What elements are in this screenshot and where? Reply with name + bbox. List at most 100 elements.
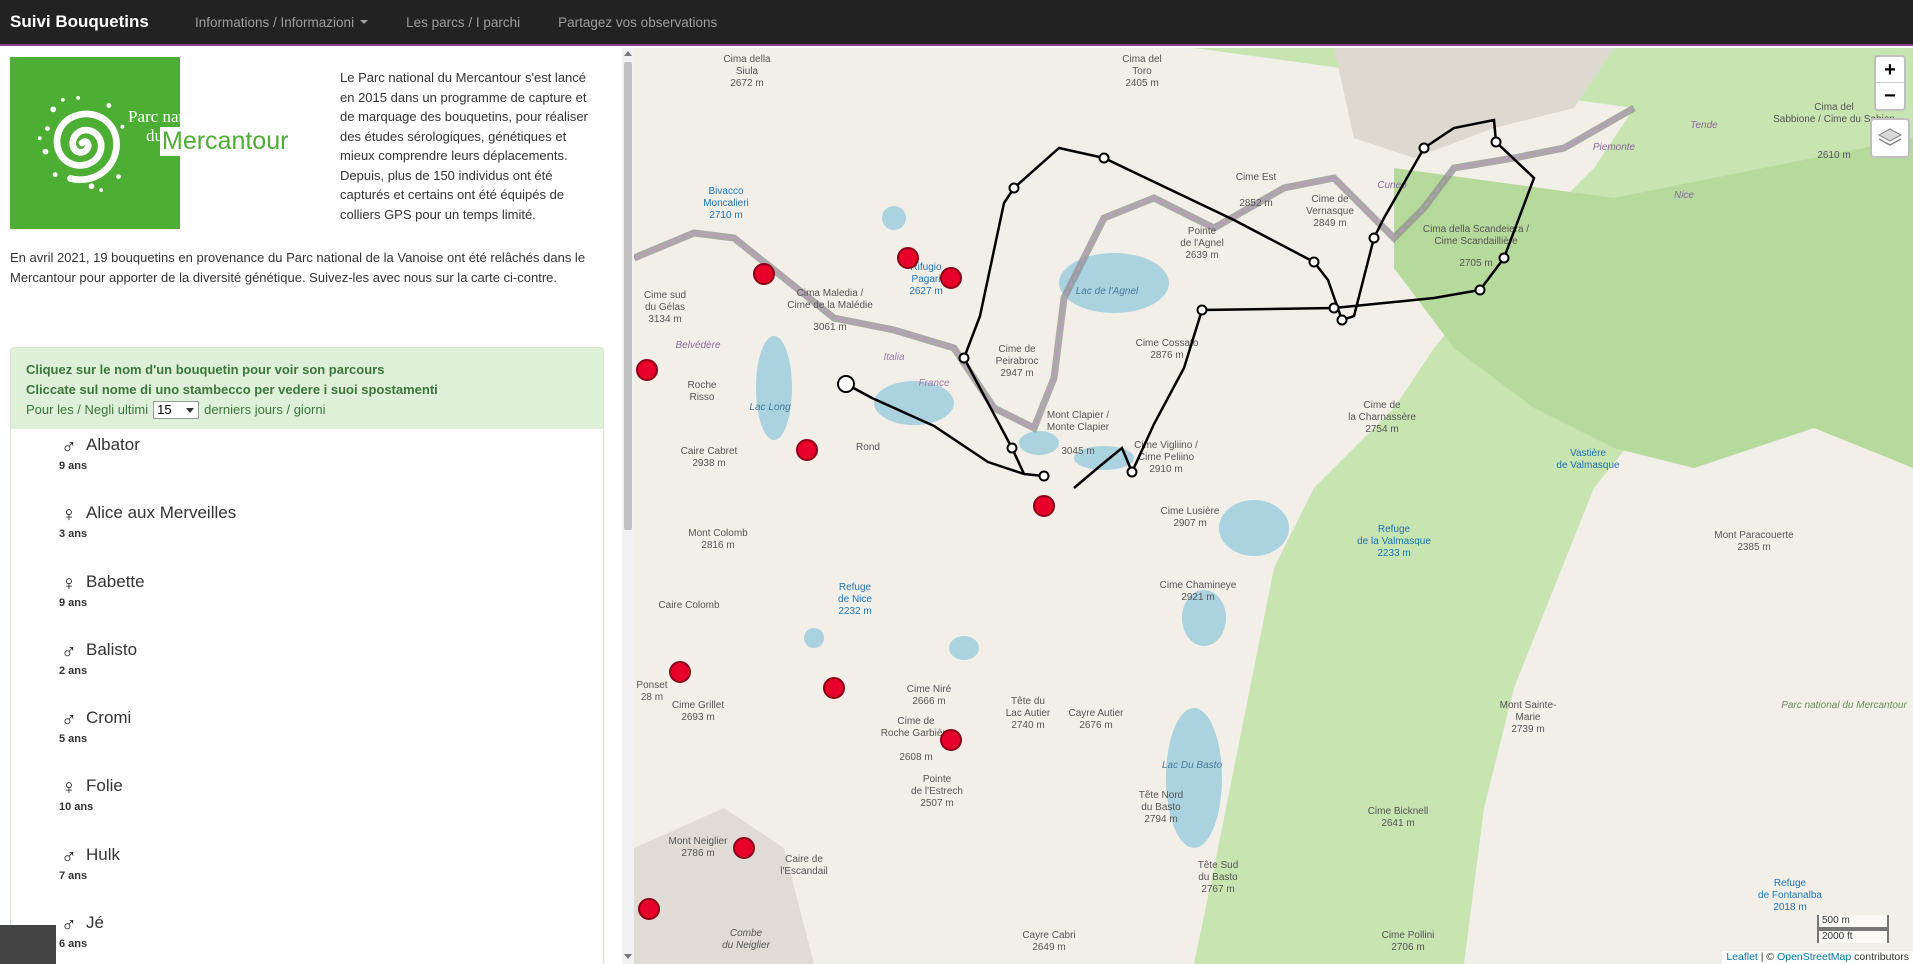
track-start-point[interactable] xyxy=(837,375,855,393)
ibex-item-folie[interactable]: ♀ Folie 10 ans xyxy=(49,770,449,822)
panel-heading: Cliquez sur le nom d'un bouquetin pour v… xyxy=(11,348,603,429)
sighting-marker[interactable] xyxy=(733,837,755,859)
male-symbol-icon: ♂ xyxy=(61,640,77,663)
sighting-marker[interactable] xyxy=(940,267,962,289)
place-label: Nice xyxy=(1674,190,1694,201)
sighting-marker[interactable] xyxy=(796,439,818,461)
track-point[interactable] xyxy=(1490,136,1502,148)
ibex-age: 10 ans xyxy=(59,801,94,813)
peak-label: Caire de xyxy=(785,854,823,865)
track-point[interactable] xyxy=(1006,442,1018,454)
layers-button[interactable] xyxy=(1870,118,1910,158)
sidebar-scrollbar[interactable] xyxy=(622,48,634,964)
leaflet-link[interactable]: Leaflet xyxy=(1726,951,1758,963)
peak-label: Monte Clapier xyxy=(1047,422,1110,433)
ibex-name[interactable]: Hulk xyxy=(86,845,120,865)
map-view[interactable]: Cima della Siula 2672 m Cima del Toro 24… xyxy=(634,48,1913,964)
track-point[interactable] xyxy=(1498,252,1510,264)
scroll-down-icon[interactable] xyxy=(624,954,632,959)
days-select[interactable]: 15 xyxy=(153,401,200,419)
attribution-tail: contributors xyxy=(1851,951,1909,963)
ibex-name[interactable]: Balisto xyxy=(86,640,137,660)
ibex-item-balisto[interactable]: ♂ Balisto 2 ans xyxy=(49,634,449,686)
peak-label: Mont Colomb xyxy=(688,528,748,539)
peak-label: Cime Peliino xyxy=(1138,452,1195,463)
peak-label: 2666 m xyxy=(912,696,945,707)
peak-label: Cime Scandaillière xyxy=(1434,236,1518,247)
days-select-value: 15 xyxy=(157,402,172,417)
sighting-marker[interactable] xyxy=(940,729,962,751)
peak-label: Siula xyxy=(736,66,759,77)
track-point[interactable] xyxy=(1418,142,1430,154)
peak-label: 2816 m xyxy=(701,540,734,551)
sighting-marker[interactable] xyxy=(823,677,845,699)
peak-label: Tête Nord xyxy=(1139,790,1183,801)
peak-label: 2507 m xyxy=(920,798,953,809)
peak-label: du Basto xyxy=(1141,802,1181,813)
lake xyxy=(1019,431,1059,455)
ibex-item-je[interactable]: ♂ Jé 6 ans xyxy=(49,907,449,959)
sighting-marker[interactable] xyxy=(1033,495,1055,517)
track-point[interactable] xyxy=(1008,182,1020,194)
peak-label: Lac Autier xyxy=(1006,708,1051,719)
ibex-age: 9 ans xyxy=(59,460,88,472)
map-canvas[interactable]: Cima della Siula 2672 m Cima del Toro 24… xyxy=(634,48,1913,964)
ibex-item-babette[interactable]: ♀ Babette 9 ans xyxy=(49,566,449,618)
logo-mercantour: Mercantour xyxy=(160,127,291,156)
ibex-item-hulk[interactable]: ♂ Hulk 7 ans xyxy=(49,839,449,891)
track-point[interactable] xyxy=(1098,152,1110,164)
track-point[interactable] xyxy=(1196,304,1208,316)
peak-label: Caire Cabret xyxy=(681,446,738,457)
sighting-marker[interactable] xyxy=(753,263,775,285)
track-point[interactable] xyxy=(1368,232,1380,244)
peak-label: Cime de la Malédie xyxy=(787,300,873,311)
zoom-control: + − xyxy=(1874,55,1906,111)
map-scale: 500 m 2000 ft xyxy=(1817,915,1889,943)
ibex-item-albator[interactable]: ♂ Albator 9 ans xyxy=(49,429,449,481)
ibex-name[interactable]: Folie xyxy=(86,776,123,796)
zoom-out-button[interactable]: − xyxy=(1876,83,1904,109)
sighting-marker[interactable] xyxy=(669,661,691,683)
ibex-name[interactable]: Jé xyxy=(86,913,104,933)
scale-imperial: 2000 ft xyxy=(1817,929,1889,943)
peak-label: Cima del xyxy=(1122,54,1161,65)
track-point[interactable] xyxy=(958,352,970,364)
peak-label: l'Escandail xyxy=(780,866,828,877)
park-logo[interactable]: Parc national du Mercantour xyxy=(10,57,291,229)
nav-parcs-link[interactable]: Les parcs / I parchi xyxy=(406,15,520,30)
zoom-in-button[interactable]: + xyxy=(1876,57,1904,83)
track-point[interactable] xyxy=(1038,470,1050,482)
track-point[interactable] xyxy=(1126,466,1138,478)
track-point[interactable] xyxy=(1328,302,1340,314)
lake-label: Lac Du Basto xyxy=(1162,760,1222,771)
peak-label: 2405 m xyxy=(1125,78,1158,89)
peak-label: Cime Niré xyxy=(907,684,952,695)
ibex-item-alice[interactable]: ♀ Alice aux Merveilles 3 ans xyxy=(49,497,449,549)
peak-label: Cime Grillet xyxy=(672,700,724,711)
peak-label: 3045 m xyxy=(1061,446,1094,457)
sighting-marker[interactable] xyxy=(897,247,919,269)
peak-label: Caire Colomb xyxy=(658,600,720,611)
refuge-label: Refuge xyxy=(839,582,872,593)
nav-observations-link[interactable]: Partagez vos observations xyxy=(558,15,717,30)
peak-label: 28 m xyxy=(641,692,663,703)
ibex-item-cromi[interactable]: ♂ Cromi 5 ans xyxy=(49,702,449,754)
ibex-name[interactable]: Babette xyxy=(86,572,145,592)
logo-line1: Parc national xyxy=(128,107,218,126)
track-point[interactable] xyxy=(1308,256,1320,268)
brand-title[interactable]: Suivi Bouquetins xyxy=(0,12,185,32)
osm-link[interactable]: OpenStreetMap xyxy=(1777,951,1851,963)
ibex-name[interactable]: Albator xyxy=(86,435,140,455)
peak-label: la Charnassère xyxy=(1348,412,1416,423)
sighting-marker[interactable] xyxy=(638,898,660,920)
peak-label: 2705 m xyxy=(1459,258,1492,269)
ibex-name[interactable]: Alice aux Merveilles xyxy=(86,503,236,523)
ibex-name[interactable]: Cromi xyxy=(86,708,131,728)
scroll-thumb[interactable] xyxy=(624,62,632,530)
track-point[interactable] xyxy=(1336,314,1348,326)
track-point[interactable] xyxy=(1474,284,1486,296)
sighting-marker[interactable] xyxy=(636,359,658,381)
nav-informations-dropdown[interactable]: Informations / Informazioni xyxy=(195,15,369,30)
scroll-up-icon[interactable] xyxy=(624,51,632,56)
caret-down-icon xyxy=(360,20,369,24)
